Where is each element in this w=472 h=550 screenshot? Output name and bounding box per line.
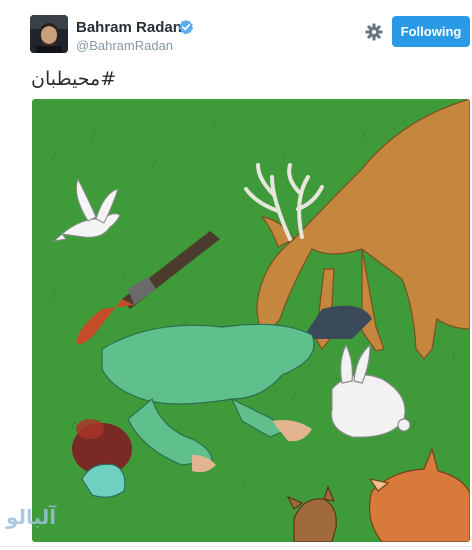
- gear-icon[interactable]: [364, 22, 384, 42]
- author-handle[interactable]: @BahramRadan: [76, 38, 173, 53]
- author-name[interactable]: Bahram Radan: [76, 19, 182, 36]
- tweet-image[interactable]: [32, 99, 470, 542]
- following-button[interactable]: Following: [392, 16, 470, 47]
- verified-badge-icon: [178, 19, 194, 35]
- tweet-header: Bahram Radan @BahramRadan Following: [0, 0, 472, 62]
- tweet-text[interactable]: #محیطبان: [31, 68, 116, 90]
- cartoon-illustration: [32, 99, 470, 542]
- avatar[interactable]: [30, 15, 68, 53]
- avatar-image: [30, 15, 68, 53]
- divider: [0, 546, 472, 547]
- watermark-logo: آلبالو: [6, 505, 57, 529]
